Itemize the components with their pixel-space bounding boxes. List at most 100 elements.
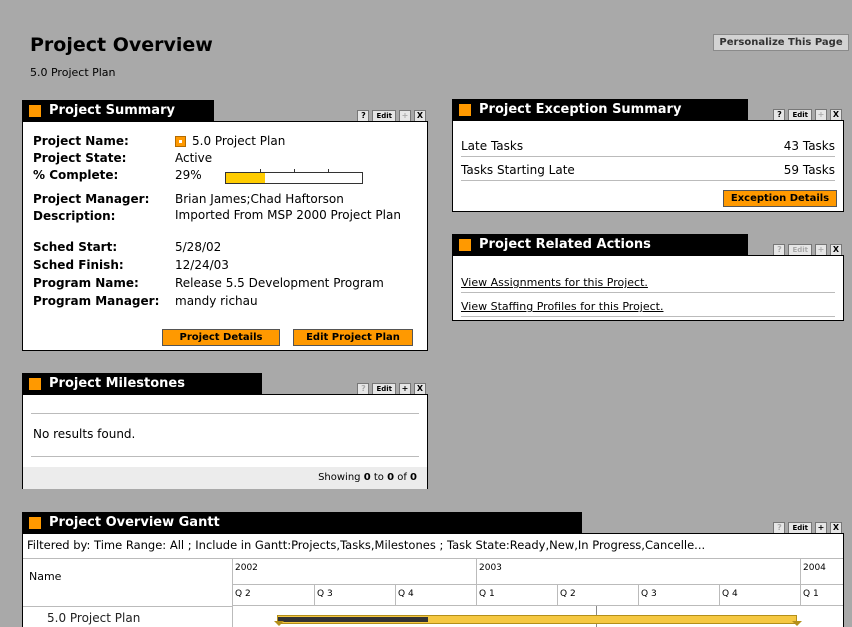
related-header: Project Related Actions ? Edit + X [452,234,844,256]
milestones-title-bar: Project Milestones [22,373,262,395]
project-state-label: Project State: [33,151,127,165]
gantt-bar[interactable] [277,615,797,624]
gantt-quarter-cell: Q 1 [800,585,843,606]
related-title: Project Related Actions [479,237,651,252]
edit-button: Edit [788,243,812,256]
gantt-year-cell: 2002 [232,559,476,585]
project-details-button[interactable]: Project Details [162,329,280,346]
sched-start-value: 5/28/02 [175,240,222,254]
field-project-name: Project Name: 5.0 Project Plan [33,134,423,149]
gantt-quarter-cell: Q 2 [557,585,638,606]
gantt-row-name: 5.0 Project Plan [47,611,141,625]
portlet-square-icon [29,105,41,117]
edit-button[interactable]: Edit [372,109,396,122]
exception-value: 43 Tasks [783,139,835,153]
complete-value: 29% [175,168,202,182]
add-icon[interactable]: + [399,382,411,395]
project-name-label: Project Name: [33,134,129,148]
description-label: Description: [33,209,116,223]
gantt-quarter-cell: Q 4 [719,585,800,606]
field-sched-start: Sched Start: 5/28/02 [33,240,423,255]
help-icon: ? [357,382,370,395]
edit-button[interactable]: Edit [372,382,396,395]
project-name-value: 5.0 Project Plan [192,134,286,148]
milestones-empty-text: No results found. [33,427,136,441]
field-description: Description: Imported From MSP 2000 Proj… [33,209,423,237]
milestones-panel: No results found. Showing 0 to 0 of 0 [22,394,428,489]
view-staffing-link[interactable]: View Staffing Profiles for this Project. [461,300,663,313]
progress-bar [225,169,363,184]
exceptions-header: Project Exception Summary ? Edit + X [452,99,844,121]
close-icon[interactable]: X [830,243,842,256]
view-assignments-link[interactable]: View Assignments for this Project. [461,276,648,289]
gantt-start-marker-icon [274,621,284,626]
field-sched-finish: Sched Finish: 12/24/03 [33,258,423,273]
exception-value: 59 Tasks [783,163,835,177]
exceptions-panel: Late Tasks 43 Tasks Tasks Starting Late … [452,120,844,212]
help-icon[interactable]: ? [773,108,786,121]
gantt-quarter-cell: Q 3 [638,585,719,606]
gantt-quarter-cell: Q 2 [232,585,314,606]
gantt-name-header: Name [29,570,62,583]
program-name-value: Release 5.5 Development Program [175,276,384,290]
gantt-quarter-cell: Q 4 [395,585,476,606]
page-title: Project Overview [30,34,213,56]
gantt-bar-progress [278,617,428,622]
exception-label: Late Tasks [461,139,524,153]
gantt-quarter-cell: Q 1 [476,585,557,606]
summary-panel: Project Name: 5.0 Project Plan Project S… [22,121,428,351]
add-icon: + [399,109,411,122]
add-icon: + [815,108,827,121]
gantt-title: Project Overview Gantt [49,515,220,530]
related-title-bar: Project Related Actions [452,234,748,256]
personalize-page-button[interactable]: Personalize This Page [713,34,849,51]
sched-start-label: Sched Start: [33,240,118,254]
progress-fill [226,173,266,183]
exception-details-button[interactable]: Exception Details [723,190,837,207]
program-manager-value: mandy richau [175,294,258,308]
milestones-title: Project Milestones [49,376,185,391]
field-complete: % Complete: 29% [33,168,423,186]
field-manager: Project Manager: Brian James;Chad Haftor… [33,192,423,207]
project-state-value: Active [175,151,213,165]
complete-label: % Complete: [33,168,119,182]
gantt-year-cell: 2004 [800,559,843,585]
related-panel: View Assignments for this Project. View … [452,255,844,321]
close-icon[interactable]: X [414,109,426,122]
close-icon[interactable]: X [830,108,842,121]
edit-button[interactable]: Edit [788,521,812,534]
portlet-square-icon [459,104,471,116]
manager-label: Project Manager: [33,192,150,206]
edit-project-plan-button[interactable]: Edit Project Plan [293,329,413,346]
gantt-filter-text: Filtered by: Time Range: All ; Include i… [27,538,706,552]
add-icon: + [815,243,827,256]
summary-title-bar: Project Summary [22,100,214,122]
help-icon: ? [773,243,786,256]
add-icon[interactable]: + [815,521,827,534]
close-icon[interactable]: X [830,521,842,534]
field-program-name: Program Name: Release 5.5 Development Pr… [33,276,423,291]
gantt-year-cell: 2003 [476,559,800,585]
project-icon [175,136,186,147]
page-subtitle: 5.0 Project Plan [30,66,116,79]
field-project-state: Project State: Active [33,151,423,166]
manager-value: Brian James;Chad Haftorson [175,192,344,206]
gantt-end-marker-icon [792,621,802,626]
gantt-quarter-cell: Q 3 [314,585,395,606]
sched-finish-label: Sched Finish: [33,258,124,272]
gantt-panel: Filtered by: Time Range: All ; Include i… [22,533,844,627]
close-icon[interactable]: X [414,382,426,395]
exceptions-title-bar: Project Exception Summary [452,99,748,121]
description-value: Imported From MSP 2000 Project Plan [175,208,401,222]
gantt-timeline: 2002 2003 2004 Q 2 Q 3 Q 4 Q 1 Q 2 Q 3 Q… [232,559,843,627]
exceptions-title: Project Exception Summary [479,102,682,117]
gantt-header: Project Overview Gantt ? Edit + X [22,512,844,534]
help-icon[interactable]: ? [357,109,370,122]
gantt-title-bar: Project Overview Gantt [22,512,582,534]
milestones-header: Project Milestones ? Edit + X [22,373,428,395]
field-program-manager: Program Manager: mandy richau [33,294,423,309]
exception-row: Late Tasks 43 Tasks [461,135,835,157]
help-icon: ? [773,521,786,534]
edit-button[interactable]: Edit [788,108,812,121]
program-manager-label: Program Manager: [33,294,160,308]
